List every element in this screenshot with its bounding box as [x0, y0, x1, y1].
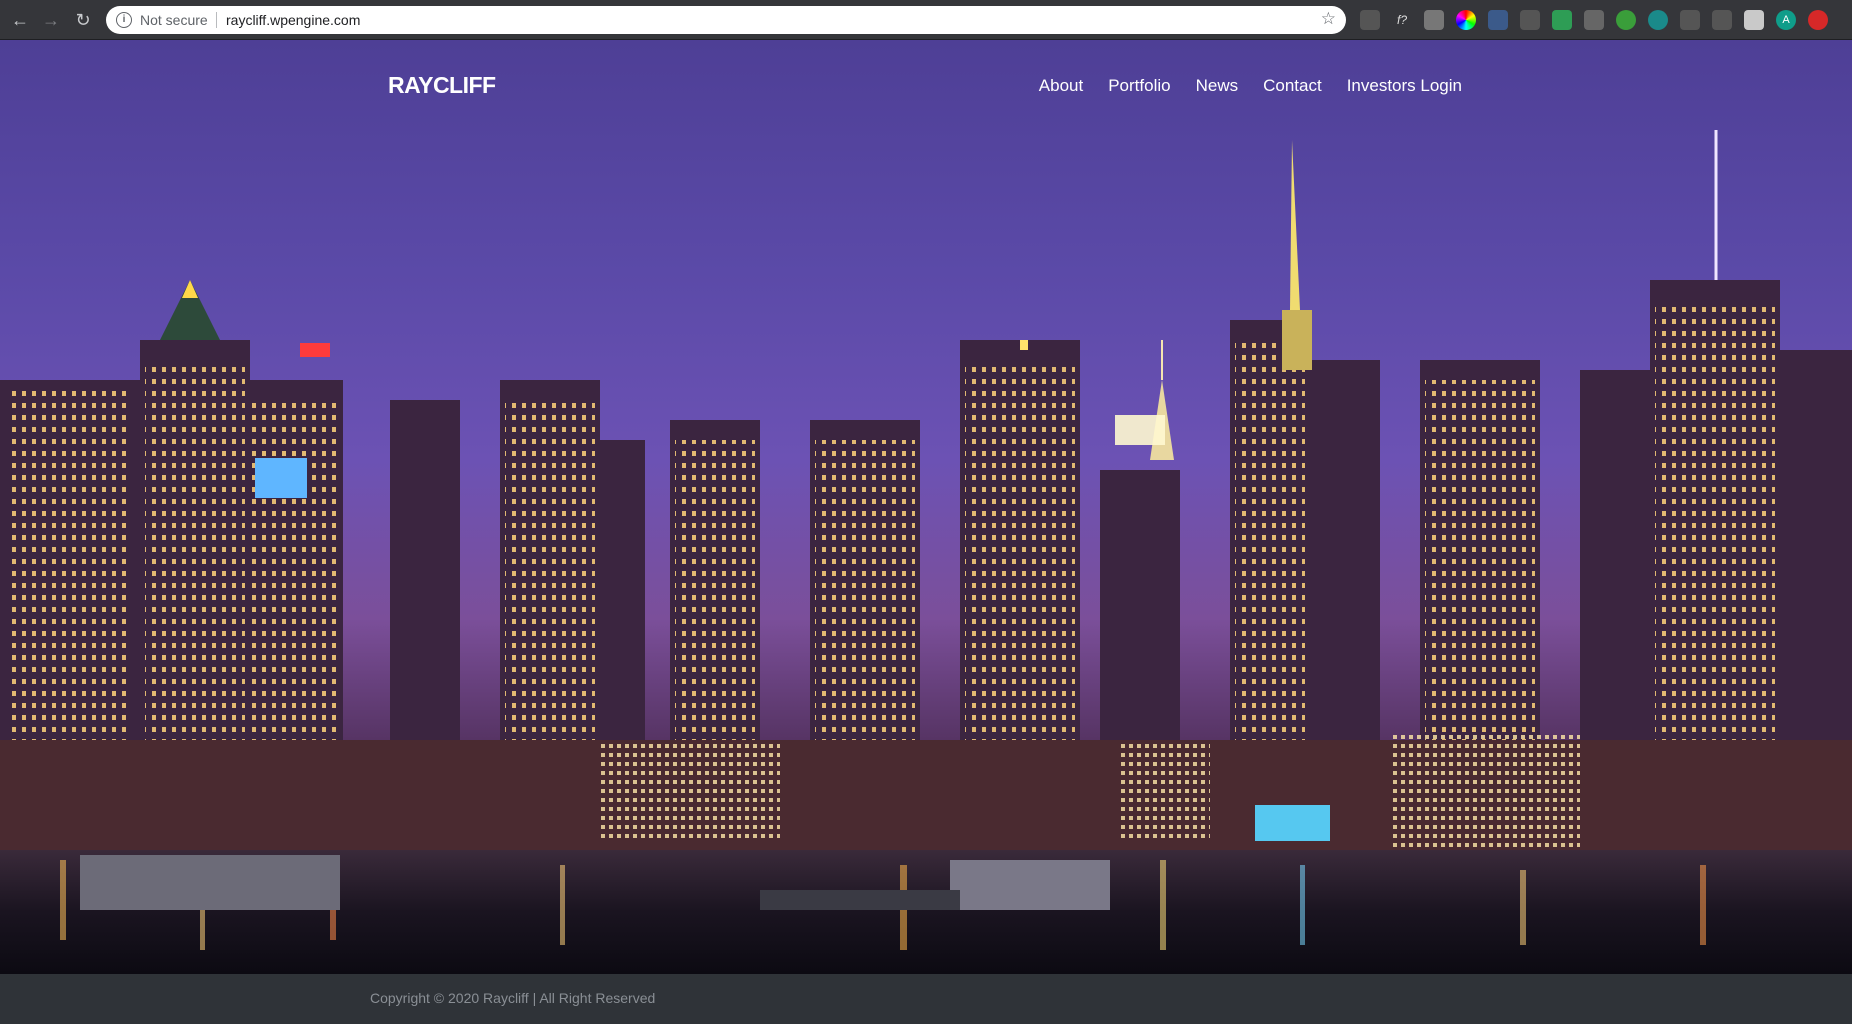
address-bar[interactable]: i Not secure raycliff.wpengine.com ☆	[106, 6, 1346, 34]
extension-icon[interactable]	[1808, 10, 1828, 30]
extension-icon[interactable]	[1616, 10, 1636, 30]
back-arrow-icon[interactable]: ←	[9, 9, 31, 31]
site-footer: Copyright © 2020 Raycliff | All Right Re…	[0, 974, 1852, 1024]
extension-icon[interactable]	[1680, 10, 1700, 30]
nav-portfolio[interactable]: Portfolio	[1108, 76, 1170, 96]
pencil-extension-icon[interactable]	[1584, 10, 1604, 30]
forward-arrow-icon[interactable]: →	[40, 9, 62, 31]
extension-icon[interactable]	[1552, 10, 1572, 30]
security-label[interactable]: Not secure	[140, 12, 208, 28]
camera-extension-icon[interactable]	[1424, 10, 1444, 30]
extension-icon[interactable]	[1712, 10, 1732, 30]
nav-about[interactable]: About	[1039, 76, 1083, 96]
site-logo[interactable]: RAYCLIFF	[388, 72, 496, 99]
extension-icon[interactable]	[1488, 10, 1508, 30]
copyright-text: Copyright © 2020 Raycliff | All Right Re…	[370, 990, 656, 1006]
hero-banner: RAYCLIFF About Portfolio News Contact In…	[0, 40, 1852, 974]
color-picker-extension-icon[interactable]	[1456, 10, 1476, 30]
extensions-bar: f? A	[1360, 10, 1828, 30]
font-extension-icon[interactable]: f?	[1392, 10, 1412, 30]
profile-avatar[interactable]: A	[1776, 10, 1796, 30]
extension-icon[interactable]	[1648, 10, 1668, 30]
main-nav: About Portfolio News Contact Investors L…	[1039, 76, 1462, 96]
nav-contact[interactable]: Contact	[1263, 76, 1322, 96]
extension-icon[interactable]	[1744, 10, 1764, 30]
extension-icon[interactable]	[1360, 10, 1380, 30]
info-icon[interactable]: i	[116, 12, 132, 28]
city-skyline-image	[0, 130, 1852, 974]
reload-icon[interactable]: ↻	[72, 9, 94, 31]
nav-news[interactable]: News	[1196, 76, 1239, 96]
star-icon[interactable]: ☆	[1321, 9, 1336, 29]
extension-icon[interactable]	[1520, 10, 1540, 30]
browser-toolbar: ← → ↻ i Not secure raycliff.wpengine.com…	[0, 0, 1852, 40]
divider	[216, 12, 217, 28]
nav-investors-login[interactable]: Investors Login	[1347, 76, 1462, 96]
url-text[interactable]: raycliff.wpengine.com	[226, 12, 360, 28]
